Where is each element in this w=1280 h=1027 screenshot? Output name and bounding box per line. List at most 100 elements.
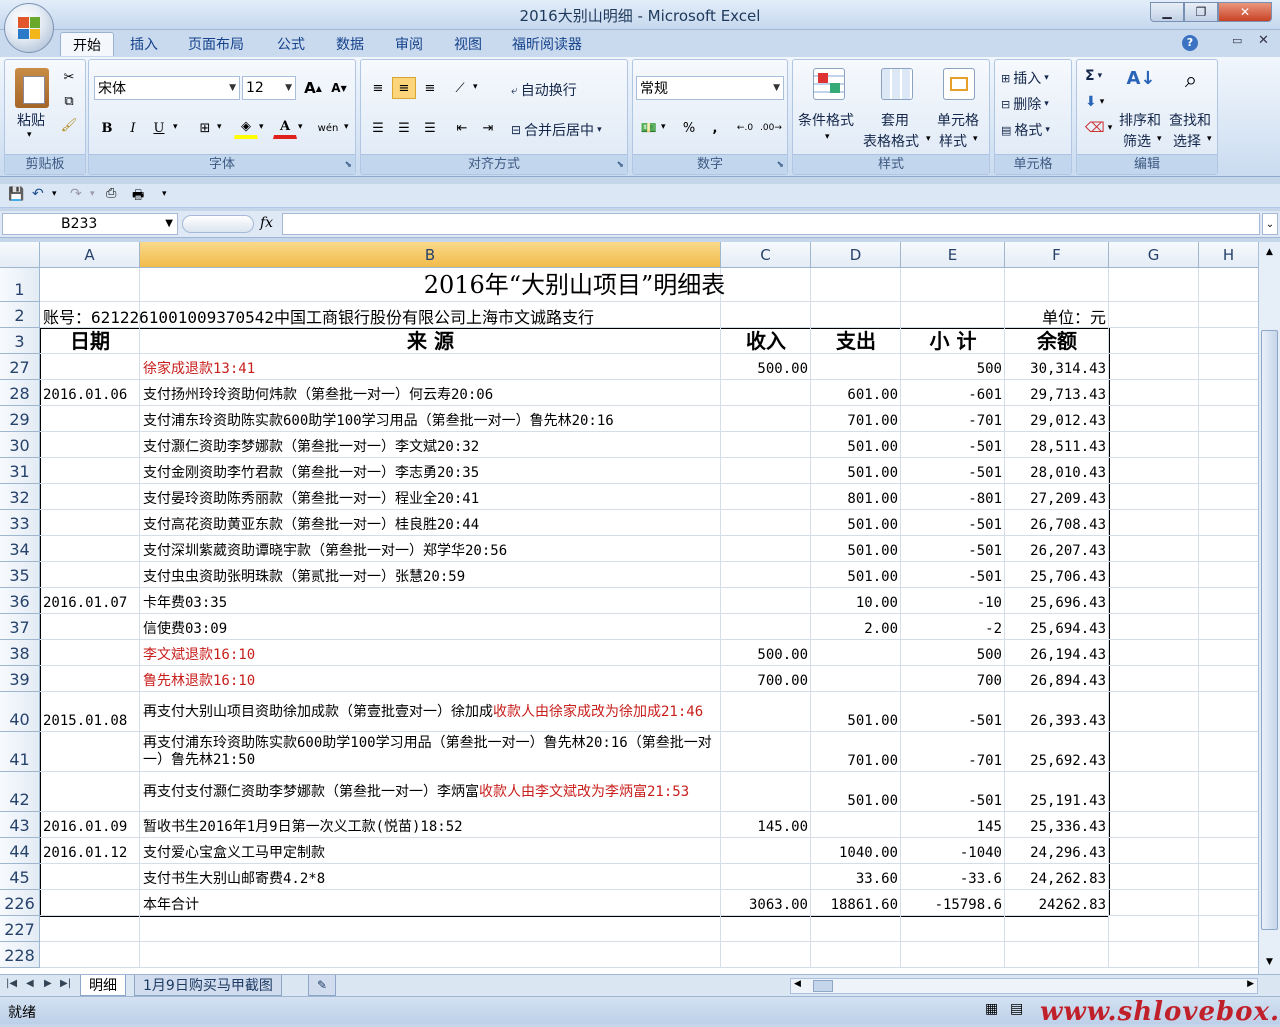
date-cell[interactable] — [40, 536, 140, 562]
subtotal-cell[interactable]: -501 — [901, 536, 1005, 562]
find-select-label-2[interactable]: 选择 — [1173, 131, 1201, 151]
balance-cell[interactable]: 26,708.43 — [1005, 510, 1109, 536]
source-cell[interactable]: 支付虫虫资助张明珠款（第贰批一对一）张慧20:59 — [140, 562, 721, 588]
source-cell[interactable]: 支付深圳紫葳资助谭晓宇款（第叁批一对一）郑学华20:56 — [140, 536, 721, 562]
date-cell[interactable] — [40, 772, 140, 812]
italic-button[interactable]: I — [121, 117, 145, 139]
cell-styles-button[interactable] — [943, 68, 975, 100]
page-layout-view-icon[interactable]: ▤ — [1010, 1001, 1023, 1017]
balance-cell[interactable]: 26,194.43 — [1005, 640, 1109, 666]
header-subtotal[interactable]: 小 计 — [901, 328, 1005, 354]
sort-filter-label-1[interactable]: 排序和 — [1119, 110, 1161, 130]
tab-home[interactable]: 开始 — [60, 32, 114, 56]
chevron-down-icon[interactable]: ▼ — [165, 214, 173, 234]
horizontal-scrollbar[interactable]: ◀ ▶ — [790, 978, 1258, 994]
format-as-table-button[interactable] — [881, 68, 913, 100]
row-header-28[interactable]: 28 — [0, 380, 40, 406]
balance-cell[interactable]: 24,296.43 — [1005, 838, 1109, 864]
balance-cell[interactable]: 25,336.43 — [1005, 812, 1109, 838]
save-icon[interactable]: 💾 — [8, 187, 24, 202]
row-header-36[interactable]: 36 — [0, 588, 40, 614]
date-cell[interactable] — [40, 458, 140, 484]
sheet-tab-vest-screenshot[interactable]: 1月9日购买马甲截图 — [134, 975, 282, 996]
subtotal-cell[interactable]: -501 — [901, 458, 1005, 484]
row-header-34[interactable]: 34 — [0, 536, 40, 562]
income-cell[interactable] — [721, 772, 811, 812]
minimize-button[interactable]: ▁ — [1150, 2, 1184, 22]
autosum-button[interactable]: Σ ▾ — [1085, 68, 1102, 84]
header-date[interactable]: 日期 — [40, 328, 140, 354]
column-header-c[interactable]: C — [721, 242, 811, 268]
font-dialog-launcher-icon[interactable]: ⬊ — [344, 160, 352, 170]
align-middle-icon[interactable]: ≡ — [392, 77, 416, 99]
row-header-3[interactable]: 3 — [0, 328, 40, 354]
subtotal-cell[interactable]: -701 — [901, 732, 1005, 772]
close-button[interactable]: ✕ — [1218, 2, 1272, 22]
row-header-38[interactable]: 38 — [0, 640, 40, 666]
source-cell[interactable]: 支付爱心宝盒义工马甲定制款 — [140, 838, 721, 864]
expense-cell[interactable]: 501.00 — [811, 432, 901, 458]
row-header-39[interactable]: 39 — [0, 666, 40, 692]
balance-cell[interactable]: 26,207.43 — [1005, 536, 1109, 562]
tab-insert[interactable]: 插入 — [118, 32, 170, 56]
cell-styles-label-2[interactable]: 样式 — [939, 131, 967, 151]
balance-cell[interactable]: 29,012.43 — [1005, 406, 1109, 432]
row-header-42[interactable]: 42 — [0, 772, 40, 812]
redo-icon[interactable]: ↷ — [70, 186, 82, 202]
expense-cell[interactable]: 2.00 — [811, 614, 901, 640]
balance-cell[interactable]: 28,511.43 — [1005, 432, 1109, 458]
date-cell[interactable] — [40, 732, 140, 772]
undo-icon[interactable]: ↶ — [32, 186, 44, 202]
conditional-formatting-button[interactable] — [813, 68, 845, 100]
subtotal-cell[interactable]: -501 — [901, 772, 1005, 812]
expense-cell[interactable]: 33.60 — [811, 864, 901, 890]
balance-cell[interactable]: 26,894.43 — [1005, 666, 1109, 692]
help-icon[interactable]: ? — [1182, 35, 1198, 51]
expense-cell[interactable]: 501.00 — [811, 510, 901, 536]
row-header-33[interactable]: 33 — [0, 510, 40, 536]
number-format-combo[interactable]: 常规 ▼ — [636, 76, 784, 100]
date-cell[interactable] — [40, 864, 140, 890]
subtotal-cell[interactable]: -701 — [901, 406, 1005, 432]
expense-cell[interactable]: 501.00 — [811, 536, 901, 562]
subtotal-cell[interactable]: 500 — [901, 354, 1005, 380]
subtotal-cell[interactable]: -501 — [901, 432, 1005, 458]
source-cell[interactable]: 再支付大别山项目资助徐加成款（第壹批壹对一）徐加成 收款人由徐家成改为徐加成21:… — [140, 692, 721, 732]
sort-filter-label-2[interactable]: 筛选 — [1123, 131, 1151, 151]
scroll-left-icon[interactable]: ◀ — [794, 979, 801, 989]
tab-formulas[interactable]: 公式 — [265, 32, 317, 56]
tab-foxit-reader[interactable]: 福昕阅读器 — [500, 32, 594, 56]
income-cell[interactable]: 500.00 — [721, 640, 811, 666]
subtotal-cell[interactable]: -15798.6 — [901, 890, 1005, 916]
expense-cell[interactable] — [811, 666, 901, 692]
balance-cell[interactable]: 25,696.43 — [1005, 588, 1109, 614]
expense-cell[interactable]: 501.00 — [811, 562, 901, 588]
row-header-41[interactable]: 41 — [0, 732, 40, 772]
expense-cell[interactable]: 501.00 — [811, 772, 901, 812]
balance-cell[interactable]: 24262.83 — [1005, 890, 1109, 916]
date-cell[interactable] — [40, 432, 140, 458]
worksheet-grid[interactable]: 1 2016年“大别山项目”明细表 2 账号：6212261001009370542中… — [0, 242, 1258, 974]
vertical-scrollbar[interactable]: ▲ ▼ — [1258, 242, 1280, 974]
currency-dropdown-icon[interactable]: ▾ — [661, 122, 666, 132]
borders-icon[interactable]: ⊞ — [193, 117, 217, 139]
horizontal-scroll-thumb[interactable] — [813, 980, 833, 992]
customize-qat-icon[interactable]: ▾ — [162, 189, 167, 199]
expense-cell[interactable]: 801.00 — [811, 484, 901, 510]
subtotal-cell[interactable]: -501 — [901, 562, 1005, 588]
increase-indent-icon[interactable]: ⇥ — [476, 117, 500, 139]
income-cell[interactable] — [721, 838, 811, 864]
row-header-45[interactable]: 45 — [0, 864, 40, 890]
format-as-table-label-2[interactable]: 表格格式 — [863, 131, 919, 151]
source-cell[interactable]: 再支付支付灏仁资助李梦娜款（第叁批一对一）李炳富 收款人由李文斌改为李炳富21:5… — [140, 772, 721, 812]
column-header-a[interactable]: A — [40, 242, 140, 268]
select-all-corner[interactable] — [0, 242, 40, 268]
date-cell[interactable] — [40, 510, 140, 536]
font-size-combo[interactable]: 12 ▼ — [242, 76, 296, 100]
formula-cancel-enter-area[interactable] — [182, 215, 254, 233]
font-name-combo[interactable]: 宋体 ▼ — [94, 76, 240, 100]
subtotal-cell[interactable]: -1040 — [901, 838, 1005, 864]
number-dialog-launcher-icon[interactable]: ⬊ — [776, 160, 784, 170]
normal-view-icon[interactable]: ▦ — [985, 1001, 998, 1017]
source-cell[interactable]: 再支付浦东玲资助陈实款600助学100学习用品（第叁批一对一）鲁先林20:16（… — [140, 732, 721, 772]
